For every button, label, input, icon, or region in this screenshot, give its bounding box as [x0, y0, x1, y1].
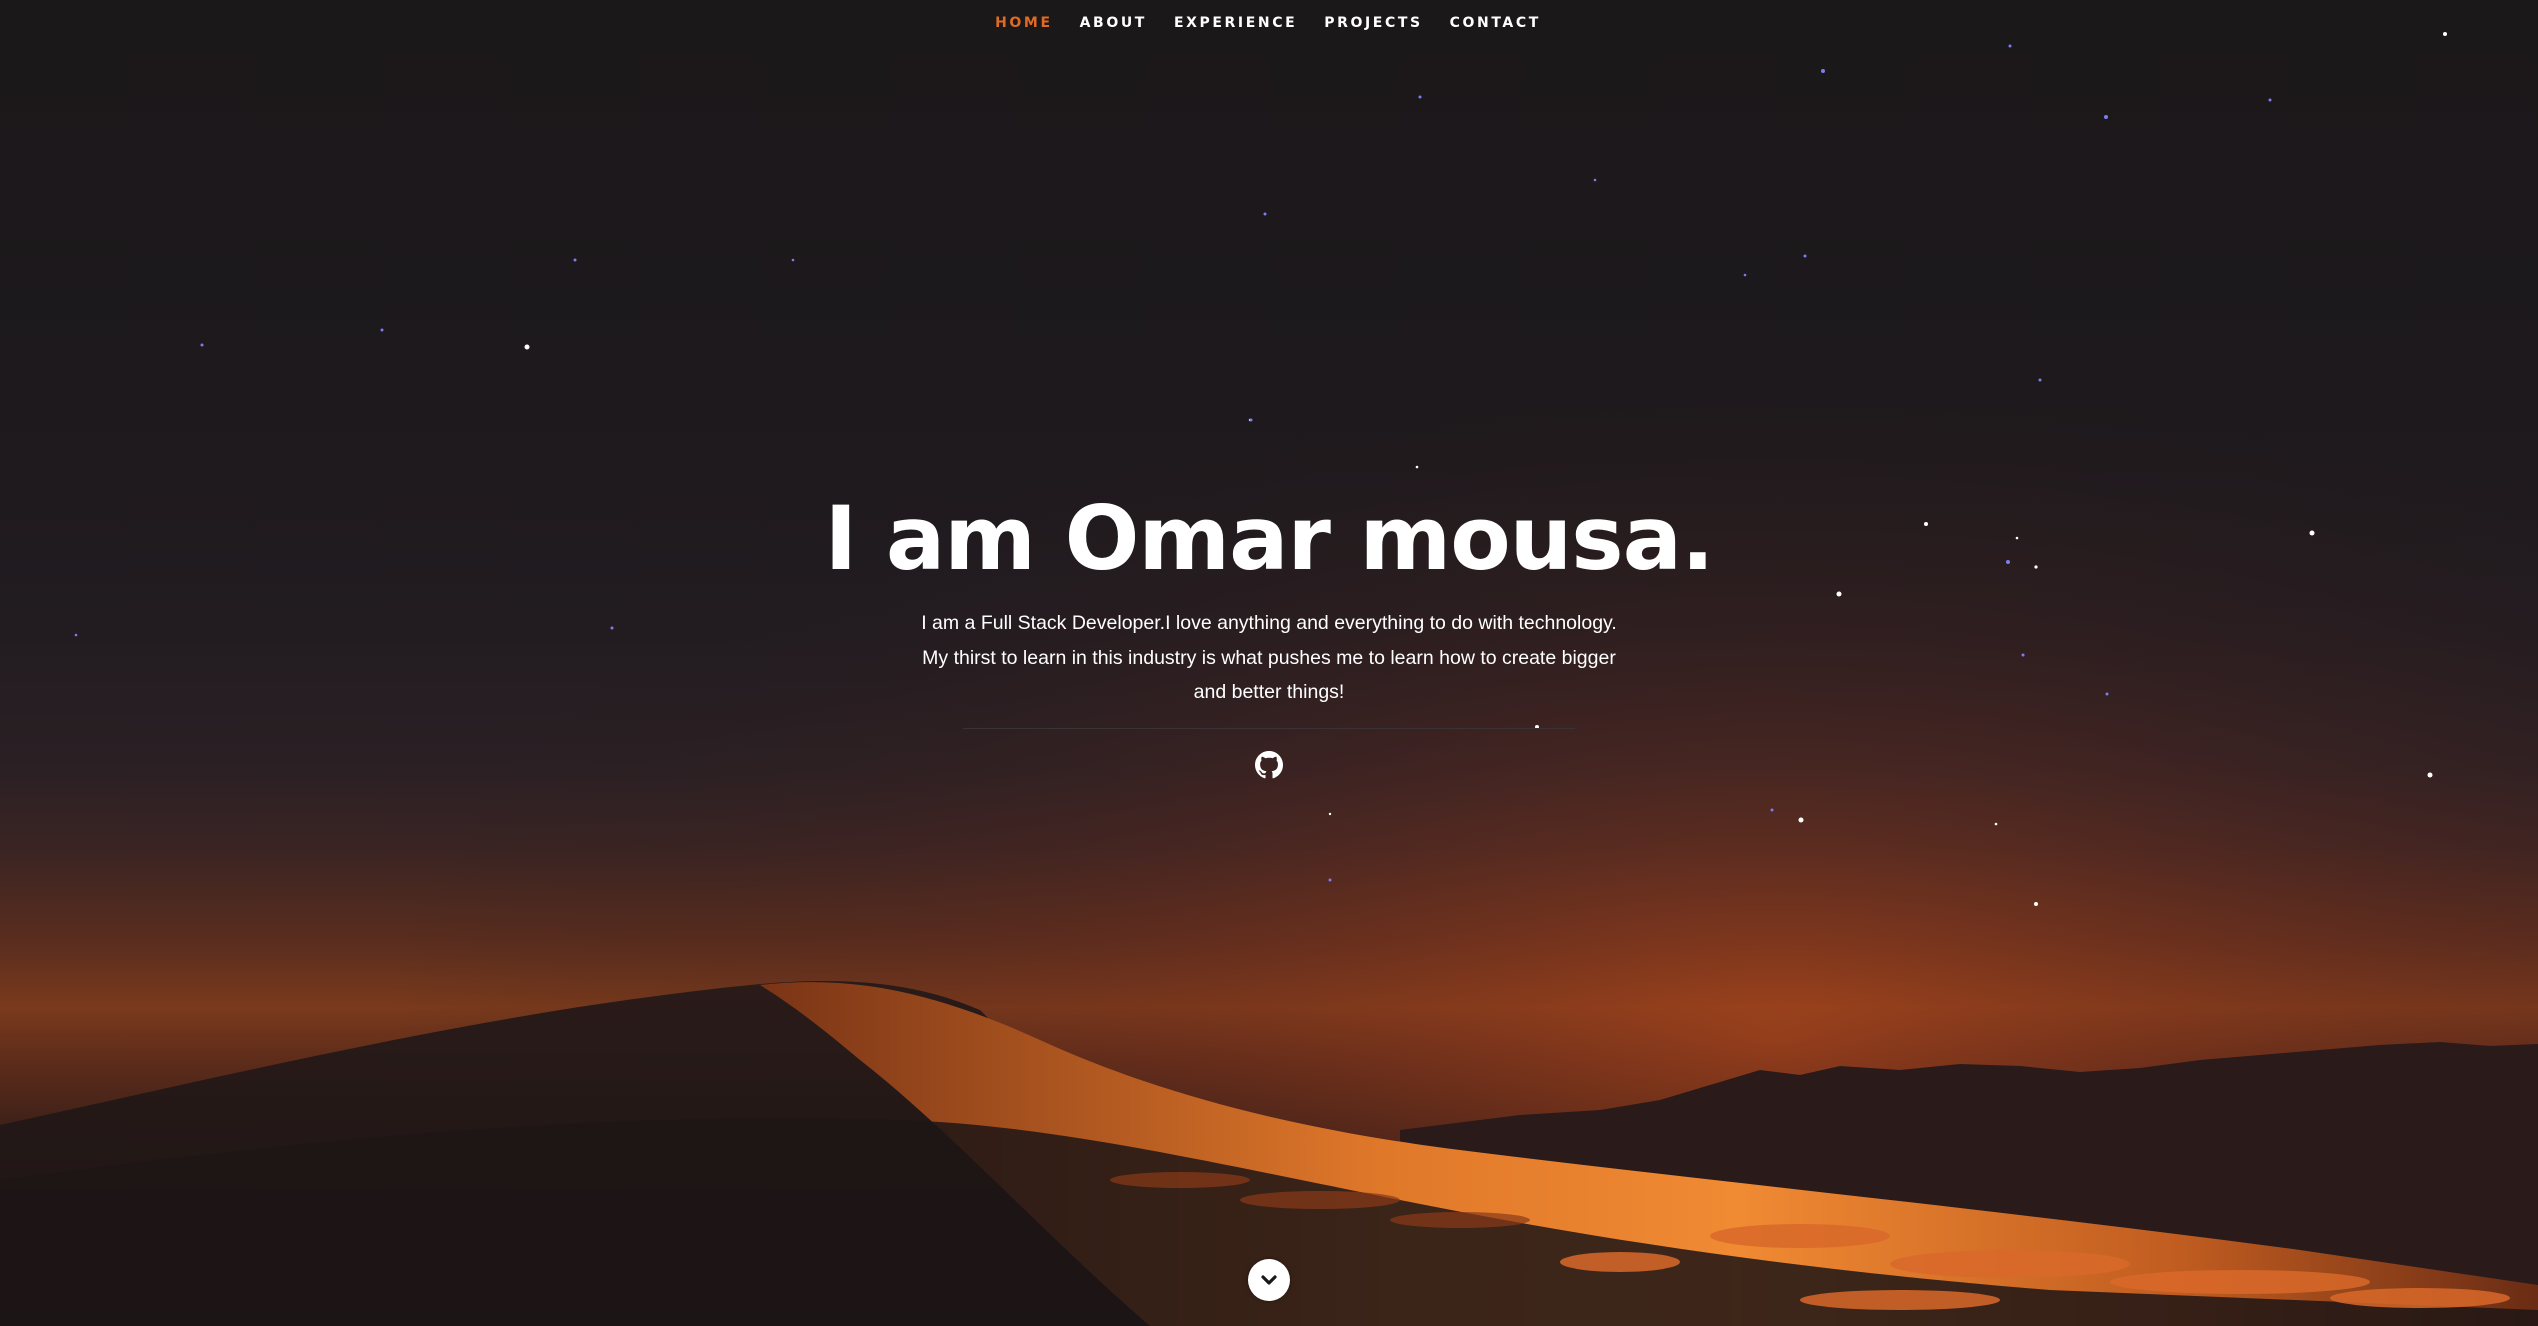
nav-item-contact[interactable]: CONTACT	[1450, 14, 1541, 32]
main-nav: HOME ABOUT EXPERIENCE PROJECTS CONTACT	[0, 14, 2538, 32]
github-icon	[1255, 751, 1283, 779]
divider	[963, 728, 1575, 729]
chevron-down-icon	[1261, 1275, 1277, 1285]
nav-item-experience[interactable]: EXPERIENCE	[1174, 14, 1297, 32]
nav-item-home[interactable]: HOME	[995, 14, 1053, 32]
nav-item-projects[interactable]: PROJECTS	[1324, 14, 1422, 32]
page-title: I am Omar mousa.	[824, 487, 1714, 590]
hero-section: HOME ABOUT EXPERIENCE PROJECTS CONTACT I…	[0, 0, 2538, 1326]
nav-item-about[interactable]: ABOUT	[1080, 14, 1147, 32]
scroll-down-button[interactable]	[1248, 1259, 1290, 1301]
intro-text: I am a Full Stack Developer.I love anyth…	[921, 612, 1617, 703]
nav-links: HOME ABOUT EXPERIENCE PROJECTS CONTACT	[995, 14, 1541, 32]
github-link[interactable]	[1255, 751, 1283, 779]
